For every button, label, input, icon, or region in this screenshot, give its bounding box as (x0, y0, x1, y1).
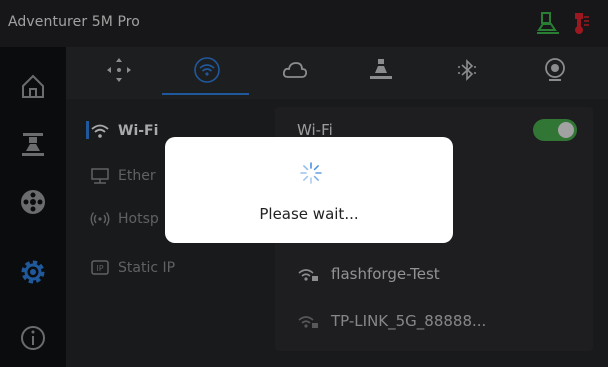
dialog-message: Please wait... (259, 205, 359, 223)
please-wait-dialog: Please wait... (165, 137, 453, 243)
loading-spinner-icon (300, 162, 322, 184)
